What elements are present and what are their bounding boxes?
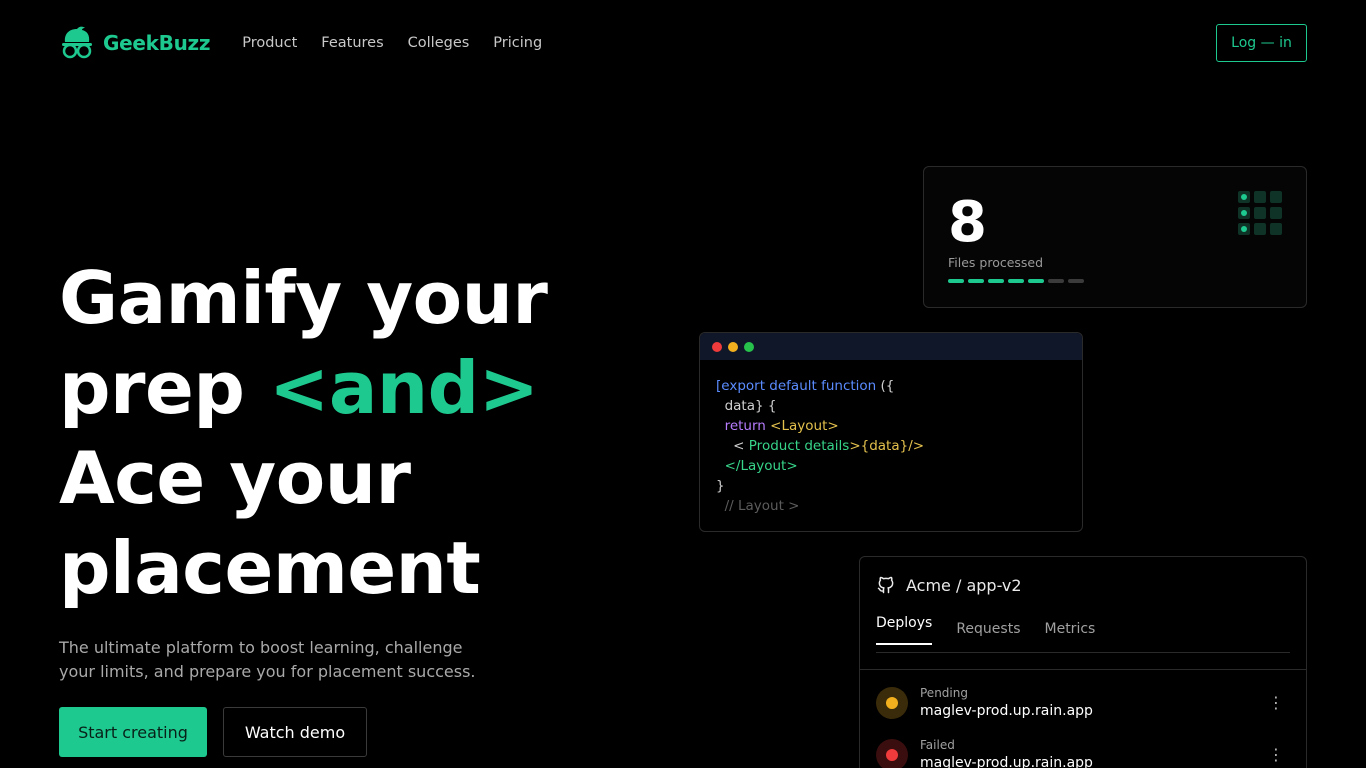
- progress-segment: [1008, 279, 1024, 283]
- close-dot-icon: [712, 341, 722, 352]
- failed-status-icon: [876, 739, 908, 768]
- progress-segment: [1028, 279, 1044, 283]
- progress-segment: [968, 279, 984, 283]
- more-options-icon[interactable]: ⋮: [1268, 695, 1284, 711]
- more-options-icon[interactable]: ⋮: [1268, 747, 1284, 763]
- nav-link-pricing[interactable]: Pricing: [493, 35, 542, 51]
- progress-segments: [948, 279, 1084, 283]
- repo-tabs: Deploys Requests Metrics: [876, 613, 1290, 653]
- code-window-titlebar: [700, 333, 1082, 360]
- cta-row: Start creating Watch demo: [59, 707, 367, 757]
- maximize-dot-icon: [744, 341, 754, 352]
- hero-line-3: Ace your: [59, 436, 411, 520]
- progress-segment: [988, 279, 1004, 283]
- brand-name: GeekBuzz: [103, 31, 211, 55]
- geek-logo-icon: [62, 26, 92, 59]
- github-icon: [877, 576, 894, 594]
- progress-segment: [948, 279, 964, 283]
- code-snippet: [export default function ({ data} { retu…: [716, 378, 925, 514]
- tab-metrics[interactable]: Metrics: [1045, 613, 1096, 653]
- progress-segment: [1068, 279, 1084, 283]
- nav-link-features[interactable]: Features: [321, 35, 383, 51]
- nav-link-product[interactable]: Product: [242, 35, 297, 51]
- start-creating-button[interactable]: Start creating: [59, 707, 207, 757]
- files-processed-count: 8: [948, 190, 987, 255]
- repo-card: Acme / app-v2 Deploys Requests Metrics P…: [859, 556, 1307, 768]
- deploy-row[interactable]: Failed maglev-prod.up.rain.app ⋮: [876, 735, 1290, 768]
- grid-dots-icon: [1238, 191, 1282, 235]
- brand-logo[interactable]: GeekBuzz: [59, 25, 211, 61]
- code-window: [export default function ({ data} { retu…: [699, 332, 1083, 532]
- deploy-host: maglev-prod.up.rain.app: [920, 703, 1093, 719]
- tab-deploys[interactable]: Deploys: [876, 613, 933, 653]
- hero-line-1: Gamify your: [59, 256, 548, 340]
- pending-status-icon: [876, 687, 908, 719]
- tab-requests[interactable]: Requests: [956, 613, 1020, 653]
- files-processed-label: Files processed: [948, 255, 1044, 270]
- hero-subtitle: The ultimate platform to boost learning,…: [59, 638, 476, 681]
- progress-segment: [1048, 279, 1064, 283]
- hero-title: Gamify your prep <and> Ace your placemen…: [59, 253, 548, 613]
- nav-links: Product Features Colleges Pricing: [242, 35, 542, 51]
- top-nav: GeekBuzz Product Features Colleges Prici…: [59, 24, 1307, 62]
- deploy-status: Failed: [920, 738, 955, 752]
- hero-line-2: prep: [59, 346, 269, 430]
- stats-card: 8 Files processed: [923, 166, 1307, 308]
- hero-line-4: placement: [59, 526, 481, 610]
- divider: [860, 669, 1306, 670]
- deploy-host: maglev-prod.up.rain.app: [920, 755, 1093, 768]
- deploy-status: Pending: [920, 686, 968, 700]
- nav-link-colleges[interactable]: Colleges: [408, 35, 470, 51]
- watch-demo-button[interactable]: Watch demo: [223, 707, 367, 757]
- deploy-row[interactable]: Pending maglev-prod.up.rain.app ⋮: [876, 683, 1290, 723]
- repo-header: Acme / app-v2: [876, 575, 1022, 595]
- minimize-dot-icon: [728, 341, 738, 352]
- repo-title[interactable]: Acme / app-v2: [906, 576, 1022, 595]
- hero-accent: <and>: [268, 346, 539, 430]
- login-button[interactable]: Log — in: [1216, 24, 1307, 62]
